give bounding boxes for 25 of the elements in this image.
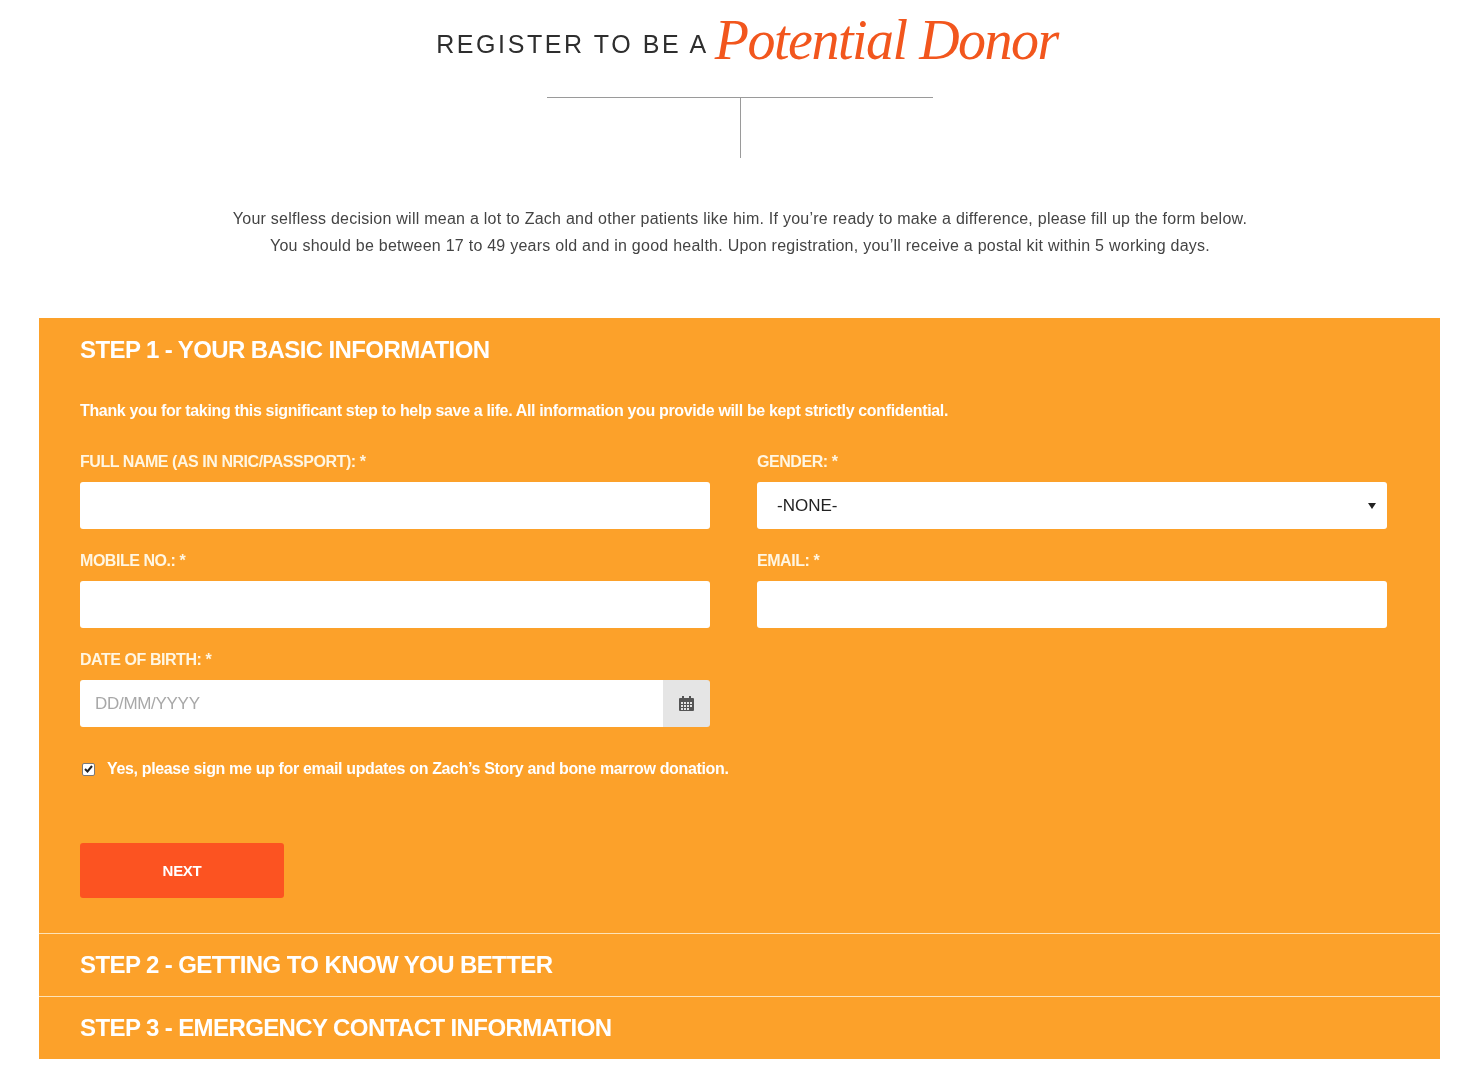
field-label: DATE OF BIRTH: * (80, 650, 213, 670)
text-input[interactable] (80, 581, 710, 628)
select-field[interactable]: -NONE- (757, 482, 1387, 529)
field-label: EMAIL: * (757, 551, 821, 571)
next-button[interactable]: NEXT (80, 843, 284, 898)
field-label: GENDER: * (757, 452, 839, 472)
text-input[interactable] (80, 482, 710, 529)
field-label: MOBILE NO.: * (80, 551, 187, 571)
register-heading: REGISTER TO BE A (436, 29, 709, 59)
calendar-button[interactable] (663, 680, 710, 727)
calendar-icon (679, 696, 694, 711)
caret-down-icon (1368, 502, 1376, 509)
step-header[interactable]: STEP 1 - YOUR BASIC INFORMATION (39, 318, 1440, 365)
date-input[interactable]: DD/MM/YYYY (80, 680, 663, 727)
intro-text: You should be between 17 to 49 years old and in good health. Upon registration, you’ll receive a postal kit within 5 working days. (269, 236, 1210, 256)
checkmark-icon (84, 765, 93, 773)
step-header[interactable]: STEP 3 - EMERGENCY CONTACT INFORMATION (39, 997, 1440, 1059)
step-header[interactable]: STEP 2 - GETTING TO KNOW YOU BETTER (39, 934, 1440, 996)
intro-text: Your selfless decision will mean a lot to Zach and other patients like him. If you’re ready to make a difference, please fill up the form below. (232, 209, 1248, 229)
consent-label: Yes, please sign me up for email updates on Zach’s Story and bone marrow donation. (107, 759, 729, 779)
checkbox[interactable] (82, 762, 95, 776)
field-label: FULL NAME (AS IN NRIC/PASSPORT): * (80, 452, 367, 472)
text-input[interactable] (757, 581, 1387, 628)
script-heading: Potential Donor (714, 8, 1058, 72)
confidentiality-note: Thank you for taking this significant step to help save a life. All information you provide will be kept strictly confidential. (80, 401, 949, 421)
